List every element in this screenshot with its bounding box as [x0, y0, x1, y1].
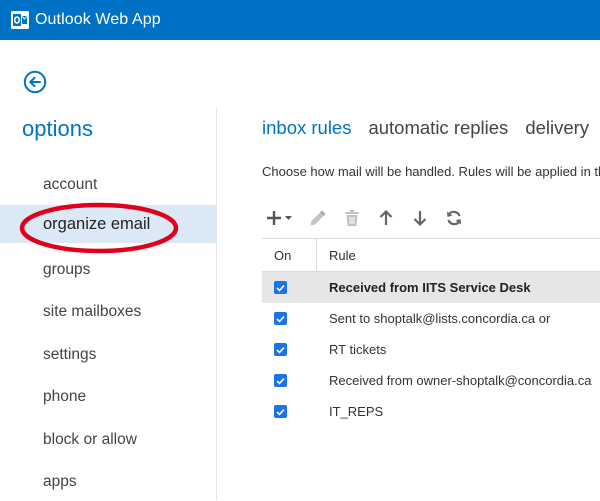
sidebar-item-apps[interactable]: apps — [0, 463, 216, 501]
add-icon — [267, 211, 292, 225]
move-down-button[interactable] — [410, 206, 430, 230]
column-header-rule[interactable]: Rule — [317, 239, 600, 271]
move-down-icon — [413, 211, 427, 227]
sidebar-item-label: block or allow — [43, 431, 137, 448]
sidebar-item-organize-email[interactable]: organize email — [0, 205, 216, 243]
check-icon — [276, 315, 285, 323]
table-row[interactable]: Received from owner-shoptalk@concordia.c… — [262, 365, 600, 396]
sidebar-item-label: organize email — [43, 214, 151, 233]
sidebar-title: options — [22, 116, 93, 141]
add-button[interactable] — [266, 206, 294, 230]
refresh-icon — [447, 210, 461, 226]
column-header-on[interactable]: On — [262, 239, 317, 271]
sidebar-divider — [216, 108, 217, 500]
back-arrow-icon[interactable] — [23, 70, 47, 94]
rule-name: RT tickets — [329, 342, 387, 357]
check-icon — [276, 377, 285, 385]
check-icon — [276, 284, 285, 292]
rule-name: Sent to shoptalk@lists.concordia.ca or — [329, 311, 551, 326]
table-row[interactable]: IT_REPS — [262, 396, 600, 427]
sidebar-item-groups[interactable]: groups — [0, 251, 216, 289]
edit-button[interactable] — [308, 206, 328, 230]
check-icon — [276, 408, 285, 416]
sidebar-item-label: groups — [43, 261, 91, 278]
table-header: On Rule — [262, 238, 600, 272]
sidebar-item-block-or-allow[interactable]: block or allow — [0, 421, 216, 459]
app-title: Outlook Web App — [35, 11, 161, 28]
sidebar-item-phone[interactable]: phone — [0, 378, 216, 416]
move-up-button[interactable] — [376, 206, 396, 230]
delete-icon — [345, 210, 359, 226]
sidebar-item-label: apps — [43, 473, 77, 490]
sidebar-item-site-mailboxes[interactable]: site mailboxes — [0, 293, 216, 331]
tab-automatic-replies[interactable]: automatic replies — [368, 117, 508, 139]
options-tabs: inbox rules automatic replies delivery — [262, 117, 600, 139]
rules-table: On Rule Received from IITS Service Desk … — [262, 238, 600, 427]
edit-icon — [310, 210, 326, 226]
rule-name: Received from owner-shoptalk@concordia.c… — [329, 373, 592, 388]
table-row[interactable]: RT tickets — [262, 334, 600, 365]
rule-name: Received from IITS Service Desk — [329, 280, 531, 295]
rule-enabled-checkbox[interactable] — [274, 312, 287, 325]
sidebar-item-settings[interactable]: settings — [0, 336, 216, 374]
refresh-button[interactable] — [444, 206, 464, 230]
rule-enabled-checkbox[interactable] — [274, 281, 287, 294]
sidebar-item-label: site mailboxes — [43, 303, 142, 320]
table-row[interactable]: Received from IITS Service Desk — [262, 272, 600, 303]
rule-enabled-checkbox[interactable] — [274, 405, 287, 418]
rule-name: IT_REPS — [329, 404, 384, 419]
sidebar-item-account[interactable]: account — [0, 166, 216, 204]
sidebar-item-label: phone — [43, 388, 87, 405]
tab-delivery[interactable]: delivery — [525, 117, 589, 139]
sidebar-item-label: account — [43, 176, 98, 193]
tab-inbox-rules[interactable]: inbox rules — [262, 117, 351, 139]
rules-description: Choose how mail will be handled. Rules w… — [262, 164, 600, 179]
check-icon — [276, 346, 285, 354]
app-header: Outlook Web App — [0, 0, 600, 40]
rule-enabled-checkbox[interactable] — [274, 343, 287, 356]
rule-enabled-checkbox[interactable] — [274, 374, 287, 387]
sidebar-item-label: settings — [43, 346, 97, 363]
move-up-icon — [379, 209, 393, 225]
outlook-logo-icon — [11, 11, 29, 29]
rules-toolbar — [266, 206, 478, 230]
delete-button[interactable] — [342, 206, 362, 230]
table-row[interactable]: Sent to shoptalk@lists.concordia.ca or — [262, 303, 600, 334]
